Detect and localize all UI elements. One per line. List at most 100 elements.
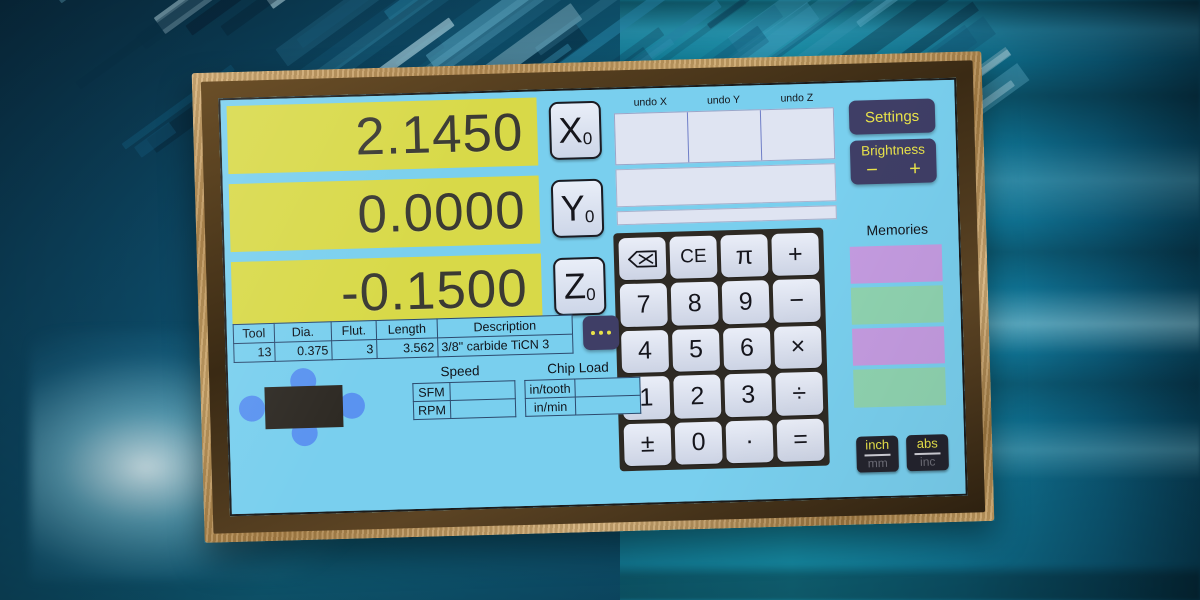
zero-button-y[interactable]: Y 0 <box>550 178 605 239</box>
inch-label: inch <box>865 437 890 453</box>
keypad-key-label: 8 <box>687 289 703 318</box>
tool-cell-description: 3/8" carbide TiCN 3 <box>437 334 574 357</box>
tool-header-tool: Tool <box>233 323 275 344</box>
keypad-key-three[interactable]: 3 <box>724 373 773 417</box>
memories-label: Memories <box>866 220 929 239</box>
speed-title: Speed <box>440 363 480 380</box>
calculator-display[interactable] <box>615 163 837 208</box>
keypad-key-multiply[interactable]: × <box>773 325 823 370</box>
chip-load-title: Chip Load <box>546 359 609 377</box>
settings-label: Settings <box>864 107 920 126</box>
tool-cell-tool: 13 <box>233 342 276 363</box>
axis-value-x[interactable]: 2.1450 <box>226 97 539 175</box>
tool-graphic[interactable] <box>238 366 370 448</box>
keypad-key-equals[interactable]: = <box>776 418 825 462</box>
touchscreen[interactable]: 2.1450 X 0 0.0000 Y 0 -0.1500 Z 0 undo X… <box>218 77 968 517</box>
brightness-control[interactable]: Brightness − + <box>849 138 937 185</box>
keypad-key-label: 9 <box>738 287 754 317</box>
speed-label-rpm: RPM <box>413 400 451 420</box>
numeric-keypad: CE π +7 8 9 − 4 5 6 × 1 2 3 ÷ ±0 · = <box>613 227 830 472</box>
keypad-key-label: 3 <box>740 380 756 409</box>
keypad-key-label: 6 <box>739 334 755 363</box>
keypad-key-decimal-point[interactable]: · <box>725 419 774 464</box>
keypad-key-label: 4 <box>637 336 653 366</box>
keypad-key-label: − <box>788 286 805 315</box>
settings-button[interactable]: Settings <box>848 98 936 135</box>
axis-zero-sub-z: 0 <box>585 284 596 305</box>
speed-label-sfm: SFM <box>412 382 451 402</box>
undo-panel: undo X undo Y undo Z <box>613 91 836 166</box>
undo-label-z: undo Z <box>780 91 814 105</box>
keypad-key-label: ÷ <box>792 378 807 408</box>
table-row: RPM <box>413 398 516 420</box>
dot-icon <box>606 330 612 335</box>
keypad-key-clear-entry[interactable]: CE <box>669 235 718 280</box>
abs-label: abs <box>916 435 938 452</box>
axis-letter-z: Z <box>563 265 587 307</box>
speed-value-rpm[interactable] <box>450 398 516 419</box>
chip-label-in-tooth: in/tooth <box>524 379 576 399</box>
speed-value-sfm[interactable] <box>449 380 516 401</box>
speed-table: SFM RPM <box>412 380 517 421</box>
chip-label-in-min: in/min <box>525 397 576 417</box>
keypad-key-plus[interactable]: + <box>771 232 820 277</box>
brightness-plus-button[interactable]: + <box>909 158 921 180</box>
chip-value-in-min[interactable] <box>575 395 641 416</box>
axis-zero-sub-y: 0 <box>584 206 595 227</box>
axis-row-x: 2.1450 X 0 <box>226 96 603 175</box>
keypad-key-minus[interactable]: − <box>772 279 821 323</box>
brightness-label: Brightness <box>860 141 926 159</box>
keypad-key-divide[interactable]: ÷ <box>775 371 824 416</box>
undo-box-y[interactable] <box>687 110 763 163</box>
memory-slot-4[interactable] <box>853 367 947 408</box>
keypad-key-pi[interactable]: π <box>720 234 769 278</box>
keypad-key-label: × <box>790 332 806 361</box>
memory-slot-2[interactable] <box>850 285 944 326</box>
keypad-key-backspace[interactable] <box>618 236 667 281</box>
keypad-key-label: 7 <box>636 290 652 319</box>
mm-label: mm <box>867 455 888 470</box>
undo-label-x: undo X <box>633 95 668 109</box>
keypad-key-eight[interactable]: 8 <box>670 281 719 326</box>
keypad-key-label: π <box>735 241 754 270</box>
brightness-minus-button[interactable]: − <box>866 159 878 181</box>
chip-load-table: in/tooth in/min <box>524 376 642 417</box>
keypad-key-label: 1 <box>638 383 654 412</box>
dot-icon <box>598 330 604 335</box>
memory-slot-3[interactable] <box>851 326 945 367</box>
abs-inc-toggle[interactable]: abs inc <box>905 434 949 472</box>
undo-label-y: undo Y <box>706 93 741 107</box>
axis-value-y[interactable]: 0.0000 <box>228 175 541 253</box>
device-bezel-inner: 2.1450 X 0 0.0000 Y 0 -0.1500 Z 0 undo X… <box>200 60 986 534</box>
tool-handle-left-icon[interactable] <box>238 395 266 422</box>
undo-value-boxes <box>613 107 836 166</box>
dot-icon <box>590 330 596 336</box>
axis-zero-sub-x: 0 <box>582 128 593 149</box>
keypad-key-zero[interactable]: 0 <box>674 421 723 465</box>
keypad-key-label: ± <box>640 429 655 459</box>
keypad-key-seven[interactable]: 7 <box>619 283 668 328</box>
keypad-key-label: CE <box>679 246 707 268</box>
tool-cell-flut: 3 <box>331 339 378 360</box>
keypad-key-plus-minus[interactable]: ± <box>623 422 672 467</box>
memories-list[interactable] <box>849 244 947 424</box>
inch-mm-toggle[interactable]: inch mm <box>856 435 899 473</box>
tool-cell-length: 3.562 <box>376 337 439 359</box>
undo-box-z[interactable] <box>761 108 834 160</box>
inc-label: inc <box>919 454 936 469</box>
keypad-key-nine[interactable]: 9 <box>721 280 770 325</box>
zero-button-x[interactable]: X 0 <box>548 100 603 161</box>
backspace-icon <box>627 250 657 268</box>
unit-toggle-row: inch mm abs inc <box>856 434 953 473</box>
zero-button-z[interactable]: Z 0 <box>552 256 607 317</box>
tool-header-dia: Dia. <box>274 321 332 343</box>
tool-header-flut: Flut. <box>331 320 377 341</box>
keypad-key-label: 2 <box>689 381 705 411</box>
keypad-key-five[interactable]: 5 <box>671 328 721 372</box>
undo-box-x[interactable] <box>614 112 690 165</box>
memory-slot-1[interactable] <box>849 244 943 285</box>
tool-more-button[interactable] <box>582 315 620 351</box>
chip-value-in-tooth[interactable] <box>574 377 641 398</box>
keypad-key-two[interactable]: 2 <box>673 374 722 419</box>
keypad-key-six[interactable]: 6 <box>722 326 772 371</box>
